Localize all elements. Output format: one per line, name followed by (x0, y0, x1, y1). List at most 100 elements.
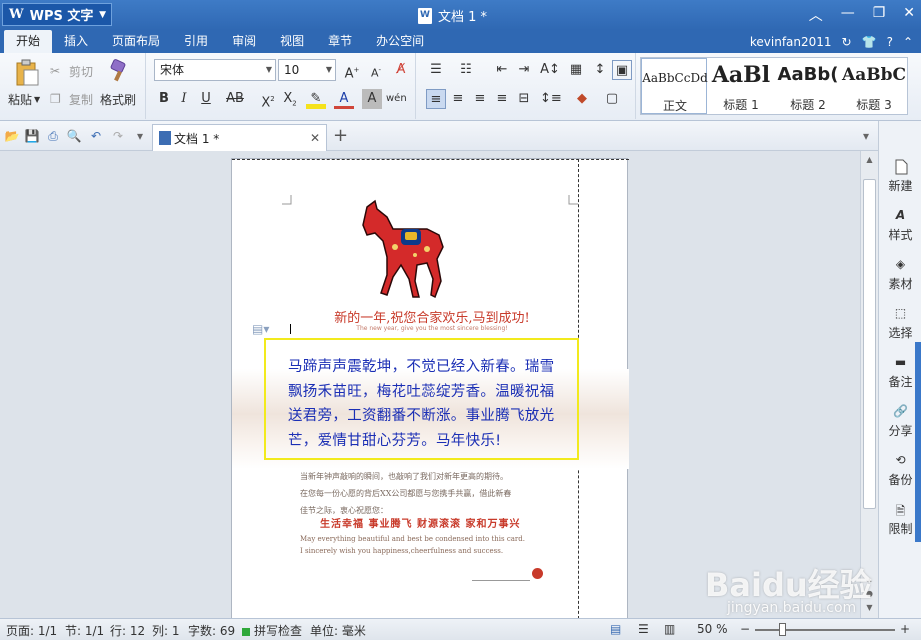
zoom-out-icon[interactable]: − (740, 622, 750, 636)
tab-home[interactable]: 开始 (4, 30, 53, 53)
scroll-down-icon[interactable]: ▼ (863, 601, 876, 614)
new-tab-icon[interactable]: + (333, 125, 348, 146)
save-icon[interactable]: 💾 (24, 128, 40, 144)
borders-icon[interactable]: ▢ (602, 89, 622, 109)
strikethrough-icon[interactable]: AB (222, 89, 248, 109)
outline-view-icon[interactable]: ☰ (638, 622, 649, 636)
minimize-icon[interactable]: — (841, 5, 855, 25)
numbered-list-icon[interactable]: ☷ (456, 60, 476, 80)
cut-button[interactable]: ✂ 剪切 (50, 63, 93, 80)
scroll-target-icon[interactable]: ● (863, 587, 876, 600)
tab-references[interactable]: 引用 (172, 30, 220, 53)
decrease-indent-icon[interactable]: ⇤ (492, 60, 512, 80)
web-view-icon[interactable]: ▥ (664, 622, 675, 636)
superscript-icon[interactable]: X2 (258, 89, 278, 110)
zoom-in-icon[interactable]: + (900, 622, 910, 636)
justify-icon[interactable]: ≡ (492, 89, 512, 109)
pane-styles[interactable]: A 样式 (879, 204, 921, 250)
collapse-ribbon-icon[interactable]: ︿ (809, 5, 823, 25)
distribute-icon[interactable]: ⊟ (514, 89, 534, 109)
customize-toolbar-icon[interactable]: ▾ (132, 128, 148, 144)
tab-insert[interactable]: 插入 (52, 30, 100, 53)
bullet-list-icon[interactable]: ☰ (426, 60, 446, 80)
copy-button[interactable]: ❐ 复制 (50, 91, 93, 108)
char-shading-icon[interactable]: A (362, 89, 382, 109)
paragraph-menu-icon[interactable]: ▤▾ (252, 322, 269, 336)
select-icon: ⬚ (894, 306, 907, 320)
zoom-level[interactable]: 50 % (697, 622, 728, 636)
app-name: WPS 文字 (29, 9, 94, 24)
open-icon[interactable]: 📂 (4, 128, 20, 144)
paste-label[interactable]: 粘贴 ▼ (8, 91, 40, 108)
style-normal[interactable]: AaBbCcDd 正文 (641, 58, 708, 114)
clear-format-icon[interactable]: A̸ (391, 60, 411, 80)
status-section: 节: 1/1 (65, 624, 105, 638)
slogan: 生活幸福 事业腾飞 财源滚滚 家和万事兴 (320, 519, 521, 530)
style-heading-1[interactable]: AaBl 标题 1 (708, 58, 774, 114)
tab-chapter[interactable]: 章节 (316, 30, 364, 53)
bold-icon[interactable]: B (154, 89, 174, 109)
highlight-icon[interactable]: ✎ (306, 89, 326, 109)
font-size-select[interactable]: 10 ▼ (278, 59, 336, 81)
line-spacing-icon[interactable]: ↕≡ (540, 89, 562, 109)
shrink-font-icon[interactable]: A- (366, 60, 386, 80)
close-icon[interactable]: ✕ (903, 5, 915, 25)
ribbon-toggle-icon[interactable]: ⌃ (903, 35, 913, 49)
text-direction-icon[interactable]: A↕ (540, 60, 560, 80)
spell-check-button[interactable]: 拼写检查 (242, 622, 302, 639)
phonetic-icon[interactable]: wén (386, 89, 407, 109)
grow-font-icon[interactable]: A+ (342, 60, 362, 81)
document-page[interactable]: 新的一年,祝您合家欢乐,马到成功! The new year, give you… (231, 158, 629, 618)
document-tab[interactable]: 文档 1 * ✕ (152, 124, 327, 151)
increase-indent-icon[interactable]: ⇥ (514, 60, 534, 80)
table-icon[interactable]: ▦ (566, 60, 586, 80)
user-name[interactable]: kevinfan2011 (750, 35, 832, 49)
align-left-icon[interactable]: ≡ (426, 89, 446, 109)
pane-collapse-handle[interactable] (915, 342, 921, 542)
font-name-select[interactable]: 宋体 ▼ (154, 59, 276, 81)
pane-materials[interactable]: ◈ 素材 (879, 253, 921, 299)
style-heading-2[interactable]: AaBb( 标题 2 (775, 58, 841, 114)
help-icon[interactable]: ? (887, 35, 893, 49)
align-center-icon[interactable]: ≡ (448, 89, 468, 109)
poem-text[interactable]: 马蹄声声震乾坤，不觉已经入新春。瑞雪飘扬禾苗旺，梅花吐蕊绽芳香。温暖祝福送君旁，… (288, 355, 568, 453)
zoom-slider-thumb[interactable] (779, 623, 786, 636)
zoom-slider[interactable] (755, 629, 895, 631)
italic-icon[interactable]: I (174, 89, 194, 109)
status-col: 列: 1 (152, 624, 180, 638)
show-marks-icon[interactable]: ▣ (612, 60, 632, 80)
style-heading-3[interactable]: AaBbC 标题 3 (841, 58, 907, 114)
align-right-icon[interactable]: ≡ (470, 89, 490, 109)
format-painter-button[interactable] (106, 59, 130, 85)
scroll-up-icon[interactable]: ▲ (863, 153, 876, 166)
underline-icon[interactable]: U (196, 89, 216, 109)
sync-icon[interactable]: ↻ (842, 35, 852, 49)
status-words[interactable]: 字数: 69 (188, 622, 235, 639)
app-menu-button[interactable]: W WPS 文字 ▼ (2, 3, 112, 26)
pane-new[interactable]: 新建 (879, 155, 921, 201)
scroll-up-page-icon[interactable]: ▴ (863, 573, 876, 586)
close-tab-icon[interactable]: ✕ (310, 131, 320, 145)
redo-icon[interactable]: ↷ (110, 128, 126, 144)
backup-icon: ⟲ (895, 453, 906, 467)
scroll-thumb[interactable] (863, 179, 876, 509)
tab-review[interactable]: 审阅 (220, 30, 268, 53)
shading-fill-icon[interactable]: ◆ (572, 89, 592, 109)
skin-icon[interactable]: 👕 (862, 35, 877, 49)
font-color-icon[interactable]: A (334, 89, 354, 109)
vertical-scrollbar[interactable]: ▲ ▴ ● ▼ (860, 151, 878, 618)
print-icon[interactable]: ⎙ (45, 128, 61, 144)
tab-view[interactable]: 视图 (268, 30, 316, 53)
undo-icon[interactable]: ↶ (88, 128, 104, 144)
restore-icon[interactable]: ❐ (873, 5, 886, 25)
page-view-icon[interactable]: ▤ (610, 622, 621, 636)
subscript-icon[interactable]: X2 (280, 89, 300, 109)
tab-options-icon[interactable]: ▾ (858, 128, 874, 144)
tab-page-layout[interactable]: 页面布局 (100, 30, 172, 53)
paragraph-group: ☰ ☷ ⇤ ⇥ A↕ ▦ ↕ ▣ ≡ ≡ ≡ ≡ ⊟ ↕≡ ◆ ▢ (416, 53, 636, 119)
paste-button[interactable] (10, 59, 44, 87)
print-preview-icon[interactable]: 🔍 (66, 128, 82, 144)
tab-office-space[interactable]: 办公空间 (364, 30, 436, 53)
sort-icon[interactable]: ↕ (590, 60, 610, 80)
document-workspace[interactable]: 新的一年,祝您合家欢乐,马到成功! The new year, give you… (0, 151, 860, 618)
